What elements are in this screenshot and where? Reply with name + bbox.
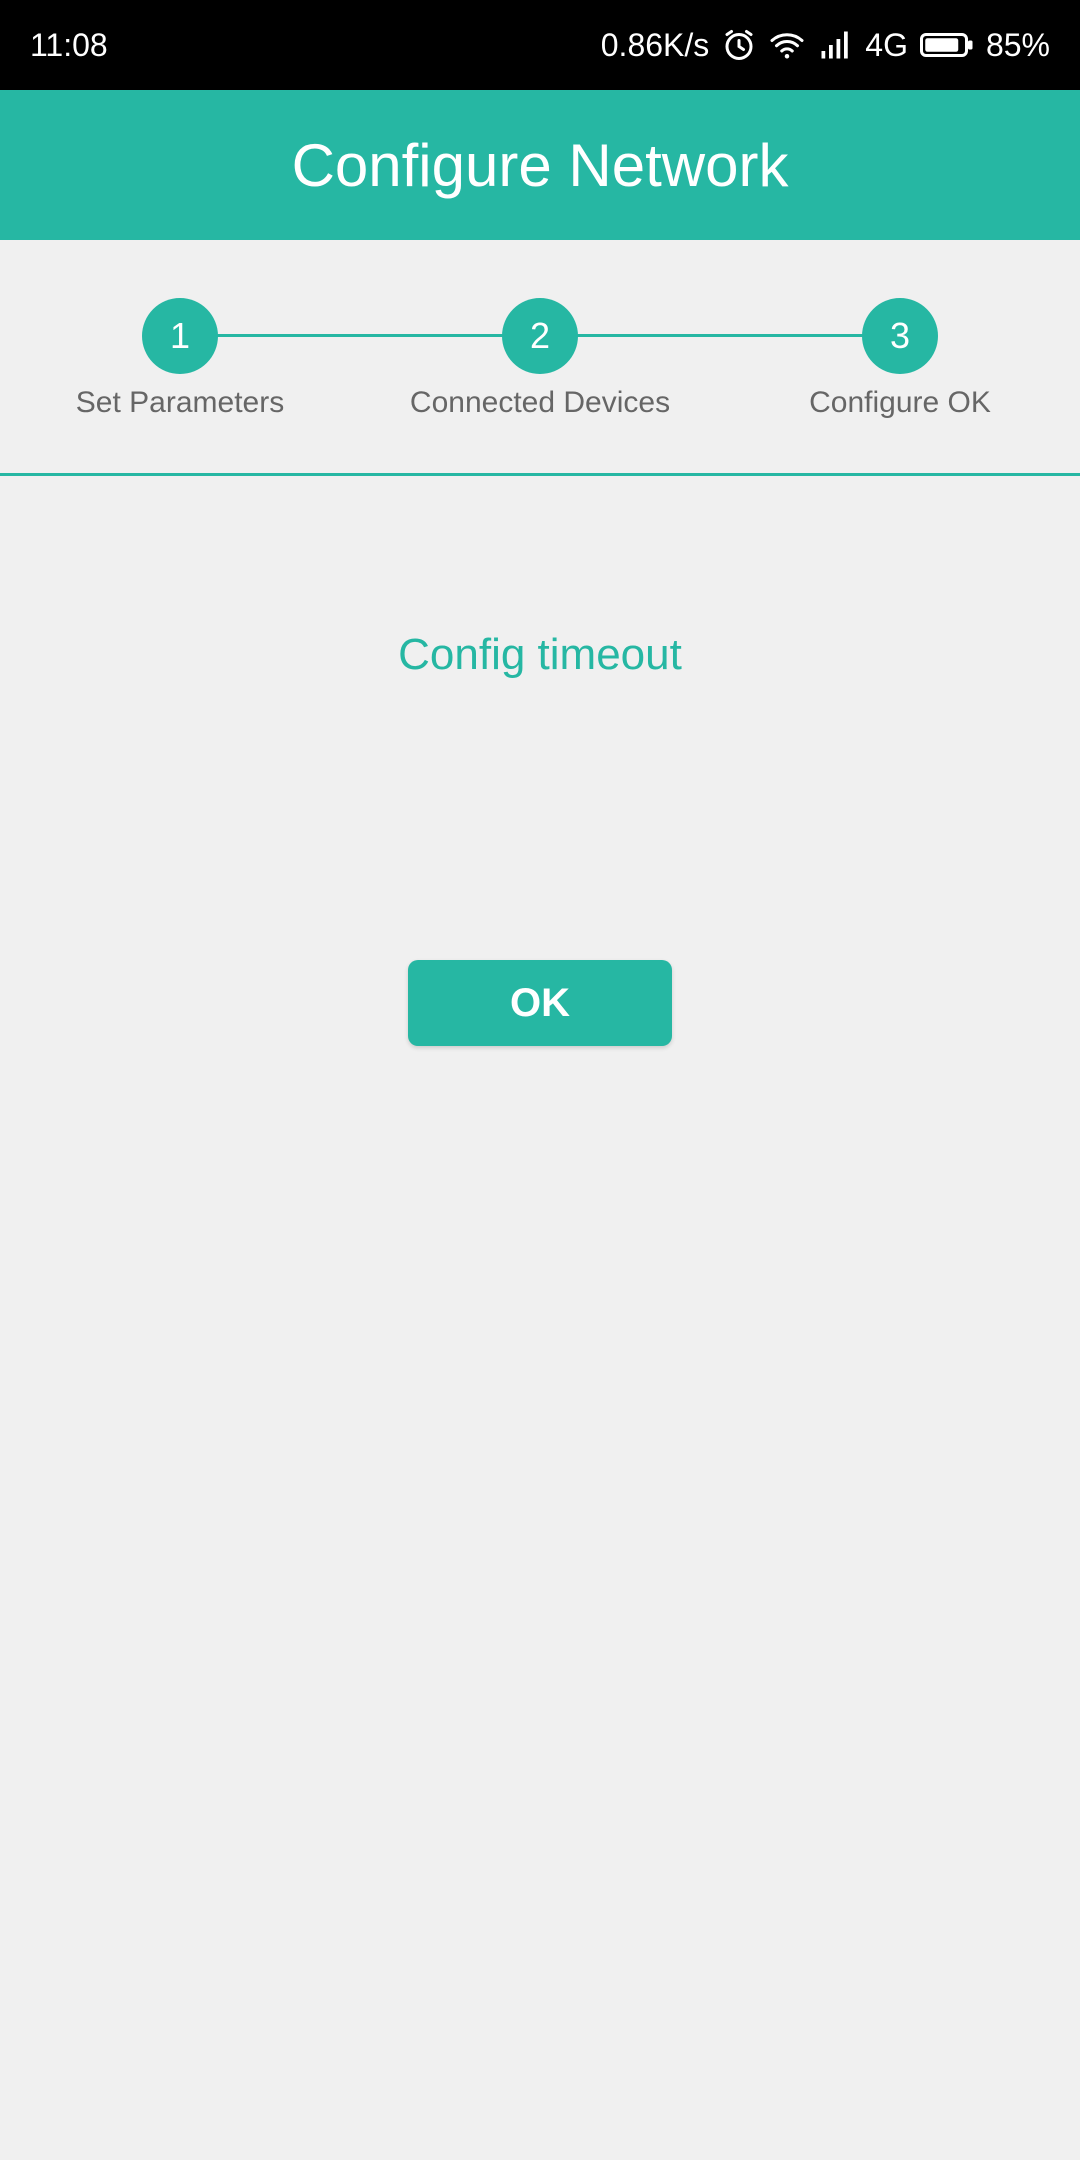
step-label: Configure OK — [809, 386, 991, 419]
network-speed: 0.86K/s — [600, 26, 710, 63]
status-message: Config timeout — [398, 630, 682, 679]
alarm-icon — [721, 27, 757, 63]
progress-stepper: 1 Set Parameters 2 Connected Devices 3 C… — [0, 240, 1080, 476]
step-number-badge: 2 — [502, 298, 578, 374]
battery-icon — [919, 27, 974, 63]
step-connected-devices: 2 Connected Devices — [360, 298, 720, 420]
page-title: Configure Network — [291, 131, 789, 199]
step-set-parameters: 1 Set Parameters — [0, 298, 360, 420]
status-time: 11:08 — [30, 26, 108, 63]
battery-percent: 85% — [985, 26, 1050, 63]
status-right: 0.86K/s 4G 85% — [601, 27, 1050, 64]
wifi-icon — [769, 27, 805, 63]
app-bar: Configure Network — [0, 90, 1080, 240]
status-left: 11:08 — [30, 27, 108, 64]
step-number-badge: 3 — [862, 298, 938, 374]
network-type: 4G — [865, 26, 908, 63]
ok-button[interactable]: OK — [408, 960, 672, 1046]
step-label: Connected Devices — [409, 386, 671, 419]
status-bar: 11:08 0.86K/s 4G 85% — [0, 0, 1080, 90]
step-number-badge: 1 — [142, 298, 218, 374]
step-configure-ok: 3 Configure OK — [720, 298, 1080, 420]
step-label: Set Parameters — [75, 386, 285, 419]
signal-icon — [817, 27, 853, 63]
